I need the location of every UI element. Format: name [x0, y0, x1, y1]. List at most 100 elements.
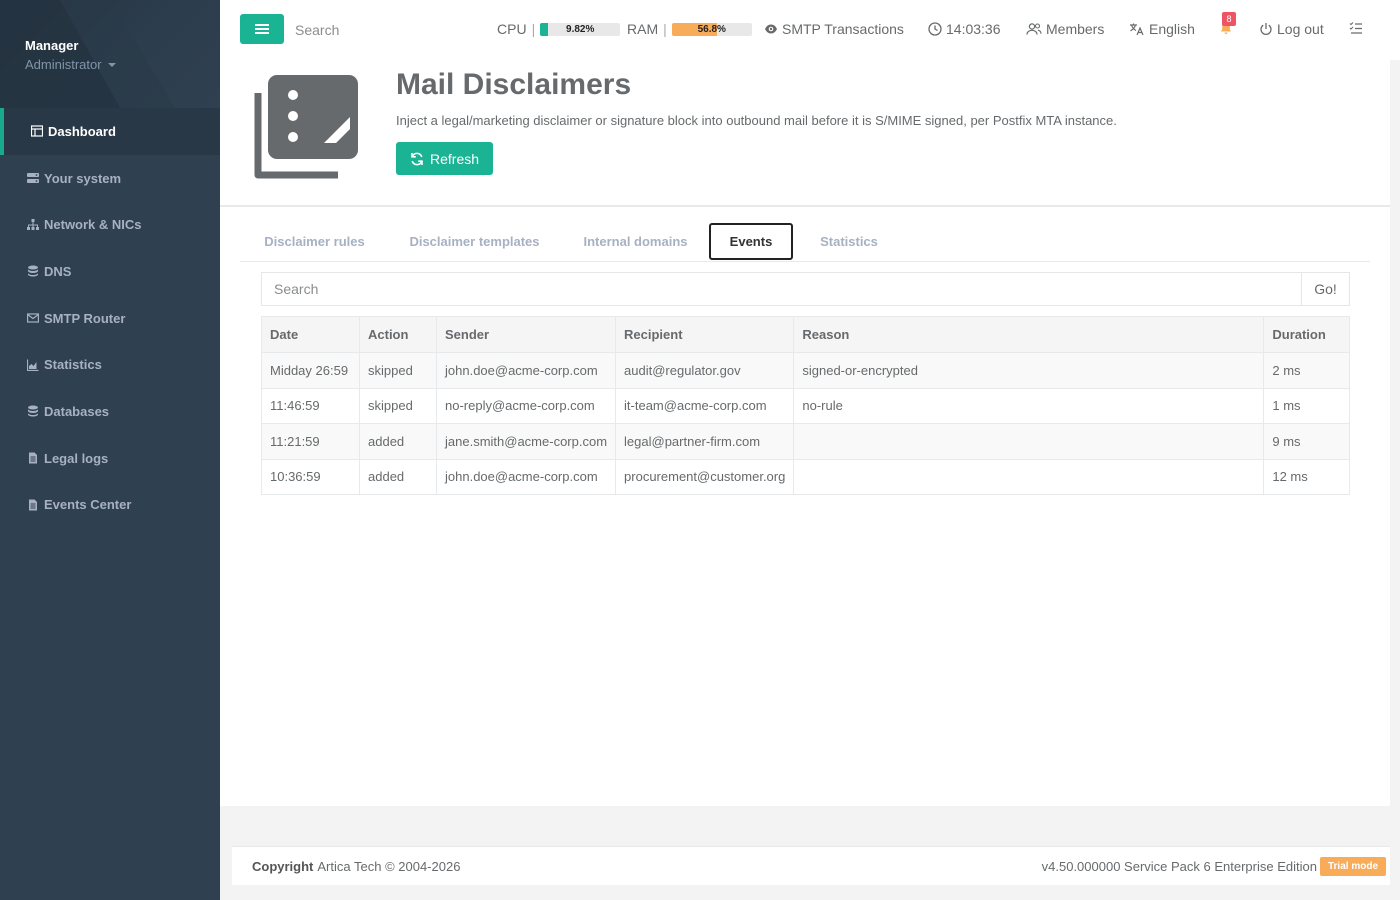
- eye-icon: [765, 24, 777, 34]
- sidebar-item-statistics[interactable]: Statistics: [0, 341, 220, 388]
- cell-sender: john.doe@acme-corp.com: [435, 458, 617, 495]
- cell-action: added: [359, 423, 437, 460]
- copyright-label: Copyright: [252, 858, 314, 874]
- cell-duration: 9 ms: [1263, 423, 1350, 460]
- database-icon: [28, 405, 38, 417]
- sidebar-item-events-center[interactable]: Events Center: [0, 482, 220, 529]
- cell-date: 10:36:59: [261, 458, 360, 495]
- clock-icon: [928, 22, 942, 36]
- sidebar-item-databases[interactable]: Databases: [0, 388, 220, 435]
- cpu-value: 9.82%: [566, 23, 595, 35]
- footer-version-block: v4.50.000000 Service Pack 6 Enterprise E…: [1041, 856, 1386, 876]
- dashboard-icon: [31, 125, 43, 137]
- disclaimers-page-icon: [254, 75, 358, 179]
- table-row[interactable]: 10:36:59 added john.doe@acme-corp.com pr…: [261, 458, 1350, 495]
- tab-disclaimer-templates[interactable]: Disclaimer templates: [397, 222, 552, 260]
- ram-meter: RAM | 56.8%: [627, 21, 752, 37]
- tab-label: Disclaimer rules: [264, 233, 365, 249]
- sidebar-item-label: Network & NICs: [44, 217, 142, 233]
- page-title: Mail Disclaimers: [396, 68, 632, 101]
- sidebar-item-label: Legal logs: [44, 450, 109, 466]
- cell-reason: no-rule: [793, 387, 1265, 424]
- logout-link[interactable]: Log out: [1259, 21, 1324, 37]
- tab-events[interactable]: Events: [709, 223, 793, 260]
- sidebar-item-label: Your system: [44, 170, 122, 186]
- smtp-transactions-link[interactable]: SMTP Transactions: [764, 21, 904, 37]
- sidebar-item-smtp-router[interactable]: SMTP Router: [0, 295, 220, 342]
- sidebar: Manager Administrator Dashboard Your sys…: [0, 0, 220, 900]
- sidebar-item-dns[interactable]: DNS: [0, 248, 220, 295]
- members-link[interactable]: Members: [1026, 21, 1104, 37]
- profile-block: Manager Administrator: [0, 0, 220, 108]
- chart-icon: [27, 359, 39, 371]
- power-icon: [1260, 23, 1272, 35]
- cell-reason: [793, 423, 1265, 460]
- column-header-date[interactable]: Date: [261, 316, 360, 353]
- table-header-row: Date Action Sender Recipient Reason Dura…: [261, 316, 1350, 353]
- hamburger-icon: [255, 24, 269, 34]
- sidebar-item-label: DNS: [44, 263, 72, 279]
- cell-action: skipped: [359, 387, 437, 424]
- column-header-duration[interactable]: Duration: [1263, 316, 1350, 353]
- profile-role-dropdown[interactable]: Administrator: [25, 57, 195, 72]
- table-row[interactable]: 11:46:59 skipped no-reply@acme-corp.com …: [261, 387, 1350, 424]
- ram-value: 56.8%: [697, 23, 726, 35]
- database-icon: [28, 265, 38, 277]
- cell-recipient: it-team@acme-corp.com: [615, 387, 795, 424]
- cell-duration: 1 ms: [1263, 387, 1350, 424]
- sidebar-item-network[interactable]: Network & NICs: [0, 201, 220, 248]
- tab-disclaimer-rules[interactable]: Disclaimer rules: [252, 222, 377, 260]
- members-label: Members: [1046, 21, 1105, 37]
- file-icon: [29, 499, 37, 511]
- menu-toggle-button[interactable]: [240, 14, 284, 44]
- cell-recipient: legal@partner-firm.com: [615, 423, 795, 460]
- cell-date: 11:46:59: [261, 387, 360, 424]
- tab-label: Internal domains: [583, 233, 688, 249]
- cpu-label: CPU: [497, 21, 527, 37]
- profile-role-label: Administrator: [25, 57, 102, 72]
- column-header-action[interactable]: Action: [359, 316, 437, 353]
- table-row[interactable]: 11:21:59 added jane.smith@acme-corp.com …: [261, 423, 1350, 460]
- tasks-button[interactable]: [1349, 21, 1363, 35]
- tab-internal-domains[interactable]: Internal domains: [572, 222, 699, 260]
- tab-statistics[interactable]: Statistics: [809, 222, 889, 260]
- cell-duration: 12 ms: [1263, 458, 1350, 495]
- top-search-input[interactable]: [295, 19, 475, 41]
- profile-background-shape: [0, 0, 175, 108]
- cell-reason: [793, 458, 1265, 495]
- cell-sender: jane.smith@acme-corp.com: [435, 423, 617, 460]
- column-header-reason[interactable]: Reason: [793, 316, 1265, 353]
- refresh-label: Refresh: [430, 150, 480, 167]
- sidebar-item-legal-logs[interactable]: Legal logs: [0, 435, 220, 482]
- go-button[interactable]: Go!: [1301, 273, 1349, 305]
- refresh-button[interactable]: Refresh: [396, 142, 494, 175]
- sidebar-item-label: Databases: [44, 403, 110, 419]
- cell-recipient: procurement@customer.org: [615, 458, 795, 495]
- server-icon: [27, 173, 39, 184]
- logout-label: Log out: [1277, 21, 1324, 37]
- cell-date: Midday 26:59: [261, 352, 360, 389]
- header-divider: [220, 205, 1390, 207]
- column-header-sender[interactable]: Sender: [435, 316, 617, 353]
- envelope-icon: [27, 313, 39, 323]
- events-search-group: Go!: [261, 272, 1350, 306]
- tab-label: Disclaimer templates: [409, 233, 540, 249]
- table-row[interactable]: Midday 26:59 skipped john.doe@acme-corp.…: [261, 352, 1350, 389]
- language-selector[interactable]: English: [1129, 21, 1195, 37]
- version-text: v4.50.000000 Service Pack 6 Enterprise E…: [1041, 858, 1317, 874]
- sidebar-item-dashboard[interactable]: Dashboard: [0, 108, 220, 155]
- events-search-input[interactable]: [262, 273, 1301, 305]
- tab-label: Events: [729, 234, 773, 249]
- cpu-meter: CPU | 9.82%: [497, 21, 621, 37]
- users-icon: [1026, 23, 1042, 35]
- cell-action: added: [359, 458, 437, 495]
- column-header-recipient[interactable]: Recipient: [615, 316, 795, 353]
- cell-reason: signed-or-encrypted: [793, 352, 1265, 389]
- sidebar-item-label: Events Center: [44, 497, 132, 513]
- sidebar-item-your-system[interactable]: Your system: [0, 155, 220, 202]
- tasks-icon: [1349, 22, 1362, 34]
- ram-bar: 56.8%: [671, 22, 752, 36]
- sidebar-item-label: Statistics: [44, 357, 102, 373]
- top-navbar: CPU | 9.82% RAM | 56.8% SMTP Transaction…: [220, 0, 1400, 60]
- smtp-transactions-label: SMTP Transactions: [782, 21, 904, 37]
